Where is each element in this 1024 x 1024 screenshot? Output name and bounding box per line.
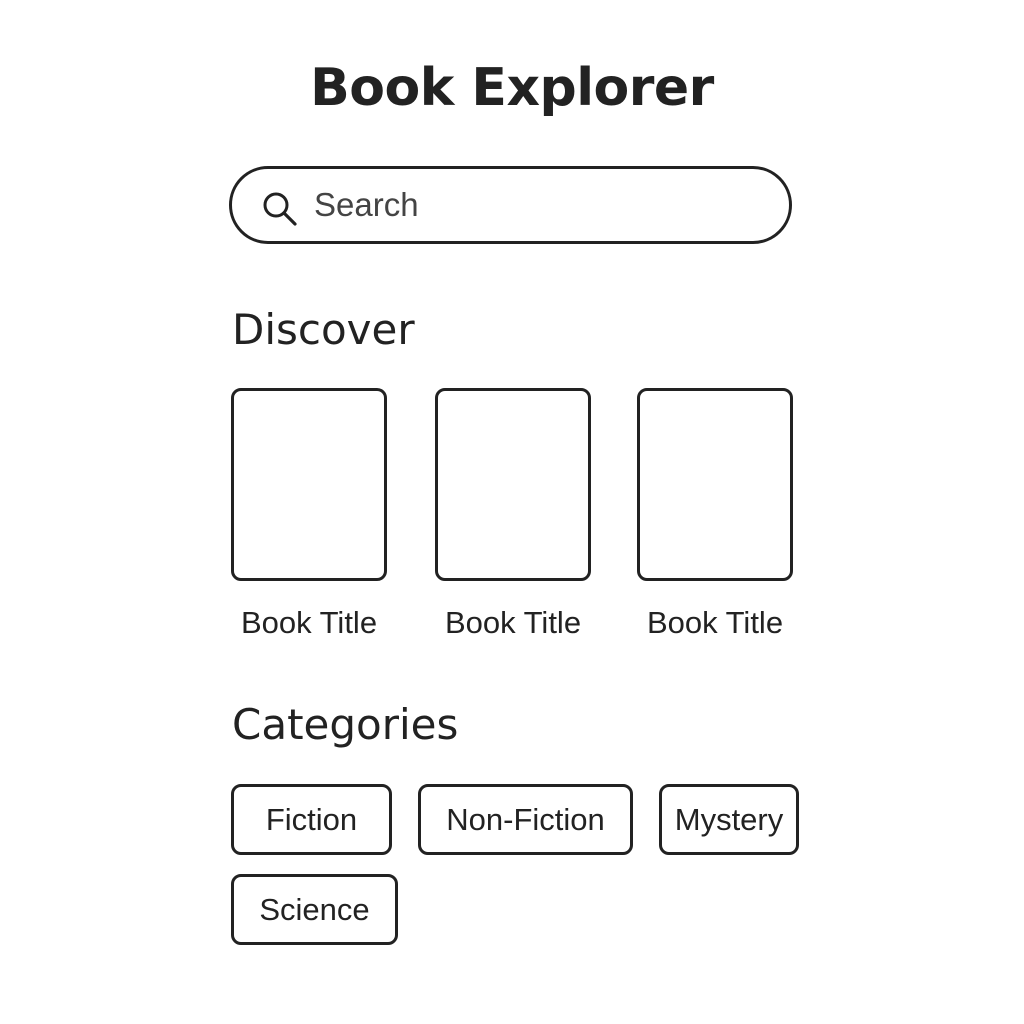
book-title: Book Title [240,605,378,640]
book-card[interactable]: Book Title [435,388,591,638]
book-cover[interactable] [231,388,387,581]
book-card[interactable]: Book Title [231,388,387,638]
book-cover[interactable] [637,388,793,581]
book-cover[interactable] [435,388,591,581]
category-chip-non-fiction[interactable]: Non-Fiction [418,784,633,855]
search-bar[interactable] [229,166,792,244]
category-chip-fiction[interactable]: Fiction [231,784,392,855]
search-icon [262,191,298,227]
category-chip-science[interactable]: Science [231,874,398,945]
book-card[interactable]: Book Title [637,388,793,638]
category-chip-mystery[interactable]: Mystery [659,784,799,855]
book-title: Book Title [444,605,582,640]
page-title: Book Explorer [310,58,714,118]
search-input[interactable] [314,183,754,227]
categories-heading: Categories [232,700,459,749]
discover-heading: Discover [232,305,415,354]
book-title: Book Title [646,605,784,640]
